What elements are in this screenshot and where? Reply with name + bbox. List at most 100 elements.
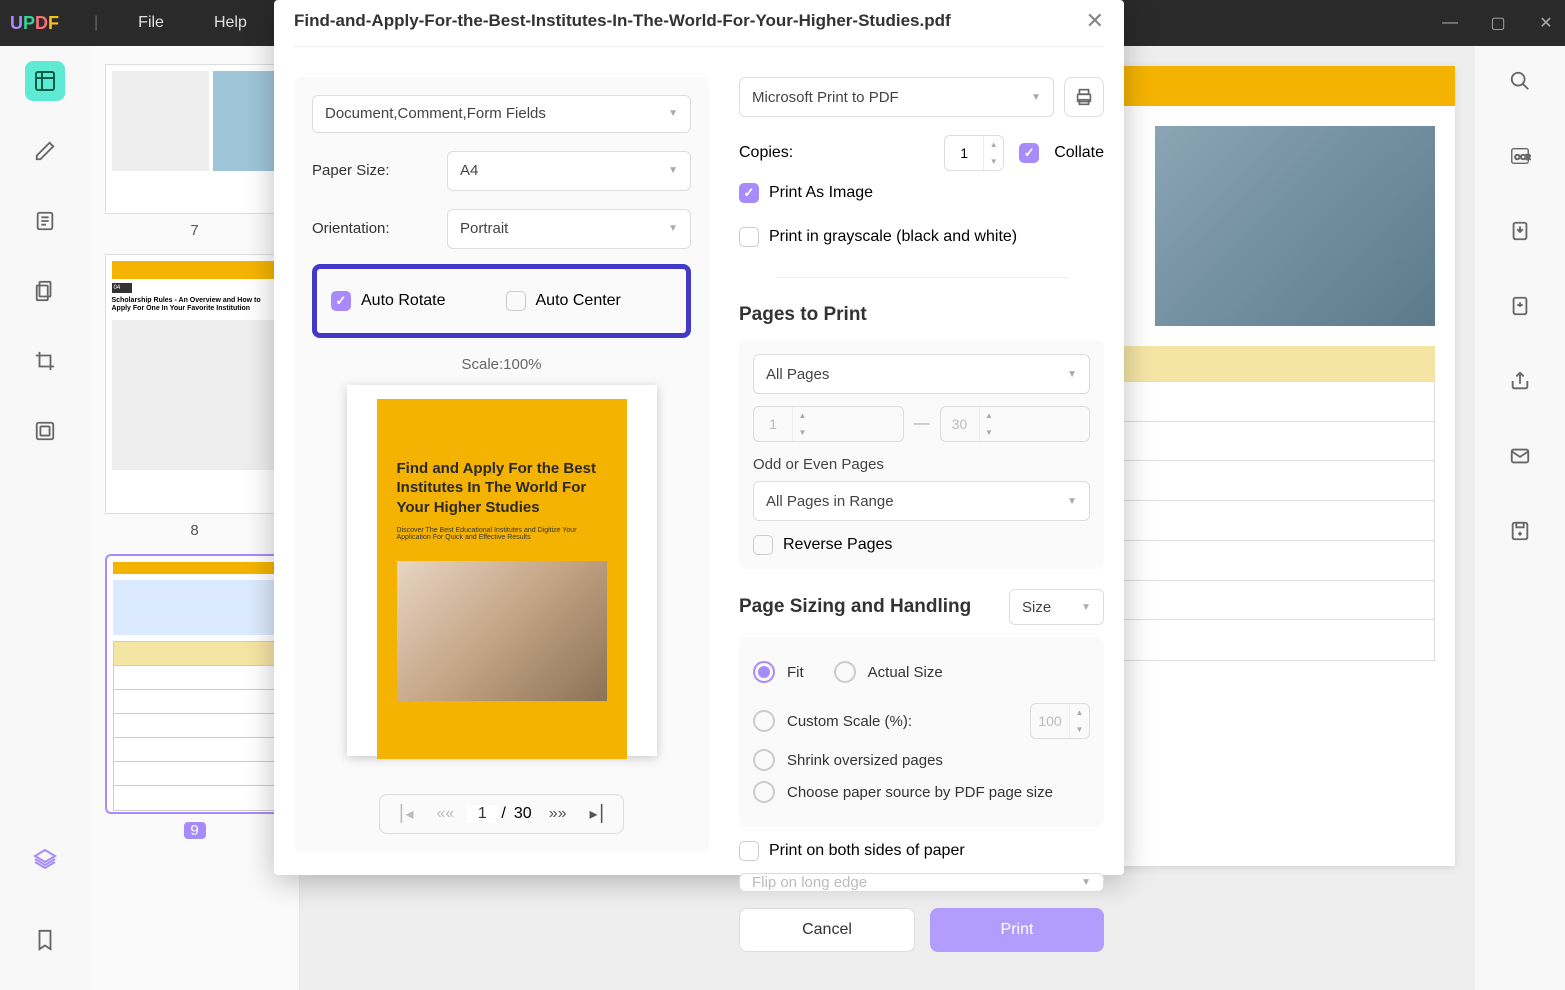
print-button[interactable]: Print — [930, 908, 1104, 952]
window-controls: — ▢ ✕ — [1441, 14, 1555, 32]
save-icon[interactable] — [1500, 511, 1540, 551]
spinner-down-icon[interactable]: ▼ — [1070, 721, 1089, 738]
grayscale-checkbox[interactable] — [739, 227, 759, 247]
orientation-label: Orientation: — [312, 220, 447, 237]
spinner-up-icon[interactable]: ▲ — [980, 407, 999, 424]
bookmark-icon[interactable] — [25, 920, 65, 960]
page-thumbnail-active[interactable] — [105, 554, 285, 814]
paper-source-label: Choose paper source by PDF page size — [787, 784, 1053, 801]
close-icon[interactable]: ✕ — [1086, 8, 1104, 34]
search-icon[interactable] — [1500, 61, 1540, 101]
page-range-select[interactable]: All Pages ▼ — [753, 354, 1090, 394]
right-toolbar: OCR — [1475, 46, 1565, 990]
copies-field[interactable] — [945, 136, 983, 170]
spinner-up-icon[interactable]: ▲ — [984, 136, 1003, 153]
content-type-value: Document,Comment,Form Fields — [325, 105, 546, 122]
shrink-radio[interactable] — [753, 749, 775, 771]
spinner-down-icon[interactable]: ▼ — [984, 153, 1003, 170]
paper-size-select[interactable]: A4 ▼ — [447, 151, 691, 191]
paper-size-value: A4 — [460, 162, 478, 179]
pencil-tool-icon[interactable] — [25, 131, 65, 171]
menu-file[interactable]: File — [138, 14, 164, 32]
spinner-up-icon[interactable]: ▲ — [1070, 704, 1089, 721]
spinner-down-icon[interactable]: ▼ — [980, 424, 999, 441]
paper-size-label: Paper Size: — [312, 162, 447, 179]
chevron-down-icon: ▼ — [668, 165, 678, 176]
share-icon[interactable] — [1500, 361, 1540, 401]
attach-icon[interactable] — [1500, 286, 1540, 326]
convert-icon[interactable] — [1500, 211, 1540, 251]
odd-even-select[interactable]: All Pages in Range ▼ — [753, 481, 1090, 521]
print-preview-panel: Document,Comment,Form Fields ▼ Paper Siz… — [294, 77, 709, 852]
custom-scale-field[interactable] — [1031, 704, 1069, 738]
auto-rotate-label: Auto Rotate — [361, 292, 446, 310]
orientation-select[interactable]: Portrait ▼ — [447, 209, 691, 249]
layers-icon[interactable] — [25, 840, 65, 880]
auto-rotate-checkbox[interactable] — [331, 291, 351, 311]
actual-size-radio[interactable] — [834, 661, 856, 683]
divider — [776, 277, 1068, 278]
flip-select[interactable]: Flip on long edge ▼ — [739, 873, 1104, 892]
reverse-pages-label: Reverse Pages — [783, 536, 892, 554]
auto-center-label: Auto Center — [536, 292, 621, 310]
custom-scale-radio[interactable] — [753, 710, 775, 732]
size-mode-select[interactable]: Size ▼ — [1009, 589, 1104, 625]
shrink-label: Shrink oversized pages — [787, 752, 943, 769]
duplex-checkbox[interactable] — [739, 841, 759, 861]
scale-label: Scale:100% — [312, 356, 691, 373]
menu-help[interactable]: Help — [214, 14, 247, 32]
minimize-icon[interactable]: — — [1441, 14, 1459, 32]
range-from-input[interactable]: ▲▼ — [753, 406, 904, 442]
pages-tool-icon[interactable] — [25, 271, 65, 311]
chevron-down-icon: ▼ — [668, 223, 678, 234]
range-to-field[interactable] — [941, 407, 979, 441]
chevron-down-icon: ▼ — [1081, 602, 1091, 613]
print-as-image-checkbox[interactable] — [739, 183, 759, 203]
page-number-input[interactable] — [467, 805, 497, 823]
prev-page-icon[interactable]: «« — [427, 805, 463, 823]
first-page-icon[interactable]: ⎮◂ — [387, 804, 423, 824]
range-from-field[interactable] — [754, 407, 792, 441]
actual-size-label: Actual Size — [868, 664, 943, 681]
collate-checkbox[interactable] — [1019, 143, 1039, 163]
page-range-value: All Pages — [766, 366, 829, 383]
printer-select[interactable]: Microsoft Print to PDF ▼ — [739, 77, 1054, 117]
range-to-input[interactable]: ▲▼ — [940, 406, 1091, 442]
size-mode-value: Size — [1022, 599, 1051, 616]
ocr-icon[interactable]: OCR — [1500, 136, 1540, 176]
reverse-pages-checkbox[interactable] — [753, 535, 773, 555]
duplex-label: Print on both sides of paper — [769, 842, 965, 860]
content-type-select[interactable]: Document,Comment,Form Fields ▼ — [312, 95, 691, 133]
custom-scale-input[interactable]: ▲▼ — [1030, 703, 1090, 739]
copies-input[interactable]: ▲▼ — [944, 135, 1004, 171]
chevron-down-icon: ▼ — [1067, 369, 1077, 380]
auto-center-checkbox[interactable] — [506, 291, 526, 311]
page-thumbnail[interactable] — [105, 64, 285, 214]
preview-pager: ⎮◂ «« / 30 »» ▸⎮ — [379, 794, 624, 834]
orientation-value: Portrait — [460, 220, 508, 237]
odd-even-label: Odd or Even Pages — [753, 456, 1090, 473]
watermark-tool-icon[interactable] — [25, 411, 65, 451]
printer-properties-icon[interactable] — [1064, 77, 1104, 117]
spinner-down-icon[interactable]: ▼ — [793, 424, 812, 441]
chevron-down-icon: ▼ — [1067, 496, 1077, 507]
close-window-icon[interactable]: ✕ — [1537, 14, 1555, 32]
note-tool-icon[interactable] — [25, 201, 65, 241]
crop-tool-icon[interactable] — [25, 341, 65, 381]
cancel-button[interactable]: Cancel — [739, 908, 915, 952]
page-thumbnail[interactable]: 04 Scholarship Rules - An Overview and H… — [105, 254, 285, 514]
email-icon[interactable] — [1500, 436, 1540, 476]
paper-source-radio[interactable] — [753, 781, 775, 803]
preview-subtitle: Discover The Best Educational Institutes… — [397, 527, 607, 541]
maximize-icon[interactable]: ▢ — [1489, 14, 1507, 32]
thumb-number-7: 7 — [100, 222, 289, 239]
separator: | — [94, 14, 98, 32]
chevron-down-icon: ▼ — [1081, 877, 1091, 888]
thumb-number-8: 8 — [100, 522, 289, 539]
last-page-icon[interactable]: ▸⎮ — [580, 804, 616, 824]
next-page-icon[interactable]: »» — [540, 805, 576, 823]
thumbnail-tool-icon[interactable] — [25, 61, 65, 101]
page-separator: / — [501, 805, 505, 823]
fit-radio[interactable] — [753, 661, 775, 683]
spinner-up-icon[interactable]: ▲ — [793, 407, 812, 424]
